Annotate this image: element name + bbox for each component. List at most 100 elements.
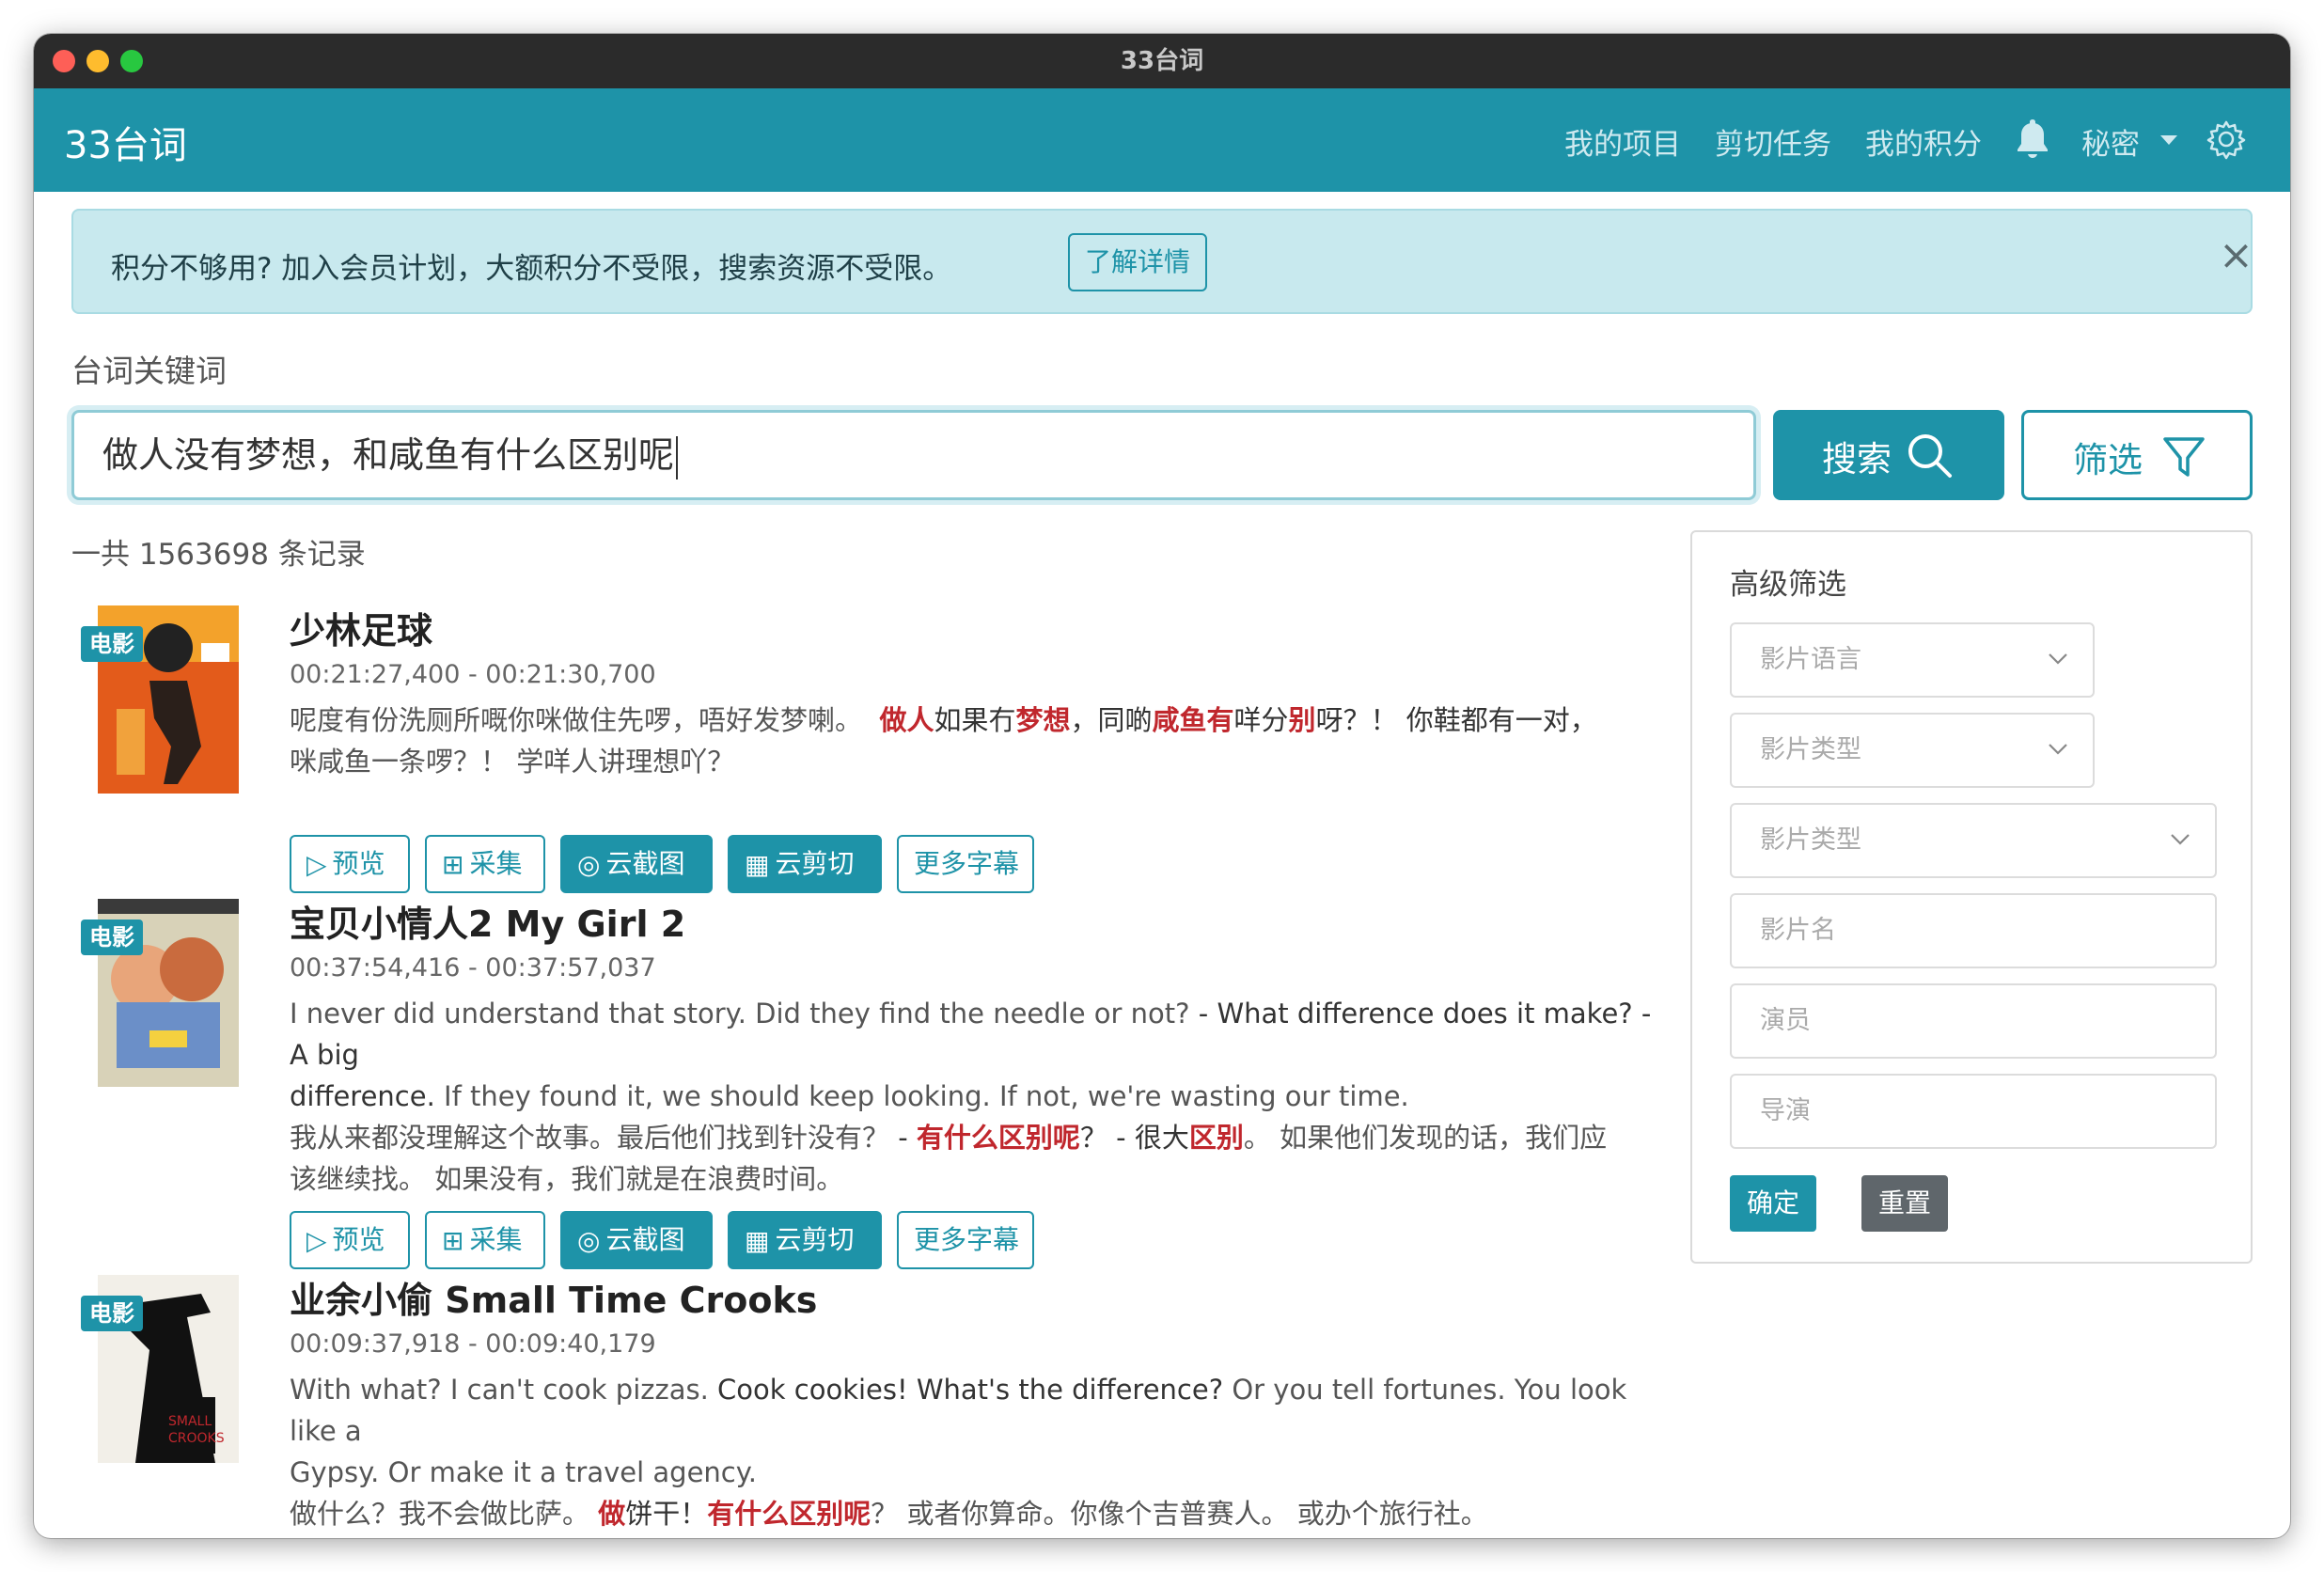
bookmark-add-icon: ⊞ xyxy=(442,849,464,880)
confirm-button[interactable]: 确定 xyxy=(1730,1175,1816,1232)
clip-label: 云剪切 xyxy=(775,848,855,879)
chevron-down-icon xyxy=(2171,834,2190,845)
director-input[interactable]: 导演 xyxy=(1730,1074,2217,1149)
more-subtitles-button[interactable]: 更多字幕 xyxy=(897,835,1034,893)
window-title: 33台词 xyxy=(1120,47,1204,75)
film-icon: ▦ xyxy=(745,1225,770,1256)
brand-logo[interactable]: 33台词 xyxy=(64,115,187,169)
camera-icon: ◎ xyxy=(577,849,601,880)
nav-my-points[interactable]: 我的积分 xyxy=(1865,120,1982,163)
film-icon: ▦ xyxy=(745,849,770,880)
cloud-screenshot-button[interactable]: ◎ 云截图 xyxy=(560,1211,713,1269)
membership-alert: 积分不够用? 加入会员计划，大额积分不受限，搜索资源不受限。 了解详情 × xyxy=(71,209,2253,314)
genre-select-placeholder: 影片类型 xyxy=(1760,735,1861,764)
subtitle-segment: 呢度有份洗厕所嘅你咪做住先啰，唔好发梦喇。 xyxy=(290,704,863,736)
search-button[interactable]: 搜索 xyxy=(1773,410,2004,500)
user-menu[interactable]: 秘密 xyxy=(2081,120,2140,163)
subtitle-segment: ？ 或者你算命。你像个吉普赛人。 或办个旅行社。 xyxy=(871,1498,1488,1530)
subtitle-segment: I never did understand that story. Did t… xyxy=(290,998,1190,1030)
screenshot-label: 云截图 xyxy=(605,1224,685,1255)
results-count: 一共 1563698 条记录 xyxy=(71,538,366,572)
preview-label: 预览 xyxy=(332,1224,385,1255)
subtitle-segment: ？ - 很大 xyxy=(1079,1122,1189,1154)
cloud-clip-button[interactable]: ▦ 云剪切 xyxy=(728,835,882,893)
filter-button-label: 筛选 xyxy=(2073,440,2143,480)
movie-tag: 电影 xyxy=(81,920,143,955)
movie-name-input[interactable]: 影片名 xyxy=(1730,893,2217,968)
window-titlebar: 33台词 xyxy=(34,34,2290,88)
result-title[interactable]: 宝贝小情人2 My Girl 2 xyxy=(290,895,685,947)
reset-button[interactable]: 重置 xyxy=(1861,1175,1948,1232)
chevron-down-icon[interactable] xyxy=(2160,135,2177,145)
subtitle-segment: 呀？！ 你鞋都有一对， xyxy=(1315,704,1597,736)
filter-panel-title: 高级筛选 xyxy=(1730,568,1846,602)
play-icon: ▷ xyxy=(306,849,327,880)
subtitle-segment: If they found it, we should keep looking… xyxy=(434,1080,1409,1112)
type-select-placeholder: 影片类型 xyxy=(1760,825,1861,855)
collect-label: 采集 xyxy=(469,848,523,879)
preview-label: 预览 xyxy=(332,848,385,879)
subtitle-segment: 如果冇 xyxy=(934,704,1016,736)
result-timecode: 00:09:37,918 - 00:09:40,179 xyxy=(290,1329,656,1359)
result-title[interactable]: 业余小偷 Small Time Crooks xyxy=(290,1271,817,1323)
preview-button[interactable]: ▷ 预览 xyxy=(290,1211,410,1269)
gear-icon[interactable] xyxy=(2206,118,2247,160)
subtitle-segment: 咩分 xyxy=(1233,704,1289,736)
search-label: 台词关键词 xyxy=(71,353,227,389)
alert-text: 积分不够用? 加入会员计划，大额积分不受限，搜索资源不受限。 xyxy=(111,252,952,286)
text-cursor xyxy=(676,435,679,479)
result-title[interactable]: 少林足球 xyxy=(290,602,432,653)
app-window: 33台词 33台词 我的项目 剪切任务 我的积分 秘密 积分不够用? 加入会员计… xyxy=(34,34,2290,1538)
subtitle-segment: Cook cookies! What's the difference? xyxy=(708,1374,1224,1406)
close-icon[interactable]: × xyxy=(2219,231,2253,279)
play-icon: ▷ xyxy=(306,1225,327,1256)
subtitle-segment: 咪咸鱼一条啰？！ 学咩人讲理想吖？ xyxy=(290,746,735,778)
subtitle-segment: 该继续找。 如果没有，我们就是在浪费时间。 xyxy=(290,1163,844,1195)
type-select[interactable]: 影片类型 xyxy=(1730,803,2217,878)
subtitle-segment: 我从来都没理解这个故事。最后他们找到针没有？ xyxy=(290,1122,890,1154)
result-actions: ▷ 预览 ⊞ 采集 ◎ 云截图 ▦ 云剪切 更多字幕 xyxy=(290,1211,1512,1269)
collect-button[interactable]: ⊞ 采集 xyxy=(425,835,545,893)
camera-icon: ◎ xyxy=(577,1225,601,1256)
nav-my-projects[interactable]: 我的项目 xyxy=(1564,120,1681,163)
screenshot-label: 云截图 xyxy=(605,848,685,879)
search-input[interactable]: 做人没有梦想，和咸鱼有什么区别呢 xyxy=(71,410,1756,500)
preview-button[interactable]: ▷ 预览 xyxy=(290,835,410,893)
result-timecode: 00:37:54,416 - 00:37:57,037 xyxy=(290,953,656,982)
subtitle-highlight: 区别 xyxy=(1188,1122,1244,1154)
collect-button[interactable]: ⊞ 采集 xyxy=(425,1211,545,1269)
cloud-clip-button[interactable]: ▦ 云剪切 xyxy=(728,1211,882,1269)
learn-more-button[interactable]: 了解详情 xyxy=(1068,233,1207,291)
result-subtitle-text: 呢度有份洗厕所嘅你咪做住先啰，唔好发梦喇。 做人如果冇梦想，同啲咸鱼有咩分别呀？… xyxy=(290,700,1662,782)
svg-text:SMALL: SMALL xyxy=(168,1414,212,1429)
search-input-value: 做人没有梦想，和咸鱼有什么区别呢 xyxy=(102,434,675,476)
movie-tag: 电影 xyxy=(81,626,143,662)
subtitle-highlight: 有什么区别呢 xyxy=(916,1122,1080,1154)
language-select-placeholder: 影片语言 xyxy=(1760,645,1861,674)
genre-select[interactable]: 影片类型 xyxy=(1730,713,2095,788)
subtitle-highlight: 做人 xyxy=(879,704,934,736)
chevron-down-icon xyxy=(2049,744,2067,755)
nav-clip-tasks[interactable]: 剪切任务 xyxy=(1715,120,1831,163)
result-timecode: 00:21:27,400 - 00:21:30,700 xyxy=(290,660,656,689)
result-subtitle-text: I never did understand that story. Did t… xyxy=(290,993,1662,1200)
cloud-screenshot-button[interactable]: ◎ 云截图 xyxy=(560,835,713,893)
subtitle-highlight: 咸鱼有 xyxy=(1152,704,1234,736)
funnel-icon xyxy=(2163,437,2205,477)
subtitle-highlight: 别 xyxy=(1288,704,1316,736)
bell-icon[interactable] xyxy=(2014,117,2051,160)
subtitle-segment: With what? I can't cook pizzas. xyxy=(290,1374,709,1406)
more-subtitles-button[interactable]: 更多字幕 xyxy=(897,1211,1034,1269)
top-navbar: 33台词 我的项目 剪切任务 我的积分 秘密 xyxy=(34,88,2290,192)
language-select[interactable]: 影片语言 xyxy=(1730,622,2095,698)
filter-button[interactable]: 筛选 xyxy=(2021,410,2253,500)
chevron-down-icon xyxy=(2049,653,2067,665)
subtitle-segment: 。 如果他们发现的话，我们应 xyxy=(1243,1122,1608,1154)
subtitle-highlight: 有什么区别呢 xyxy=(707,1498,872,1530)
movie-tag: 电影 xyxy=(81,1296,143,1331)
actor-input[interactable]: 演员 xyxy=(1730,983,2217,1059)
bookmark-add-icon: ⊞ xyxy=(442,1225,464,1256)
result-actions: ▷ 预览 ⊞ 采集 ◎ 云截图 ▦ 云剪切 更多字幕 xyxy=(290,835,1512,893)
search-icon xyxy=(1908,434,1952,478)
subtitle-segment: - xyxy=(889,1122,917,1154)
